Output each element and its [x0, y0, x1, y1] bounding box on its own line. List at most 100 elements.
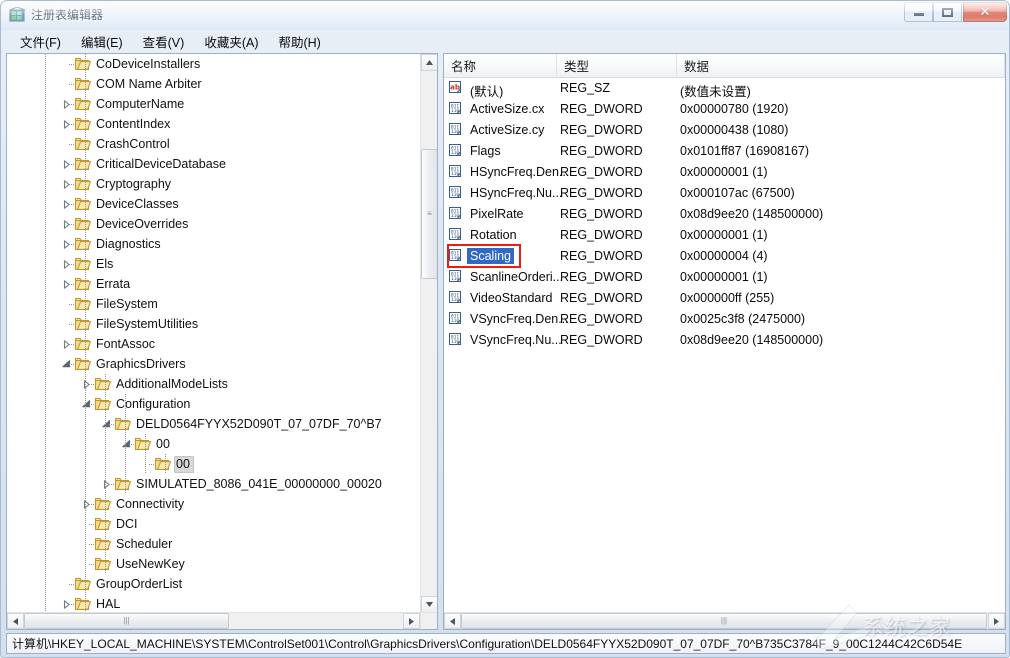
value-row[interactable]: ab(默认)REG_SZ(数值未设置) — [444, 78, 1005, 99]
value-name: VSyncFreq.Den... — [467, 311, 572, 327]
tree-node[interactable]: ContentIndex — [7, 114, 421, 134]
value-type: REG_SZ — [560, 81, 610, 95]
tree-node[interactable]: HAL — [7, 594, 421, 613]
minimize-button[interactable] — [904, 2, 933, 22]
value-row[interactable]: 011110ScalingREG_DWORD0x00000004 (4) — [444, 246, 1005, 267]
tree-vertical-scrollbar[interactable]: ≡ — [420, 54, 437, 613]
tree-node[interactable]: FileSystem — [7, 294, 421, 314]
tree-node[interactable]: CoDeviceInstallers — [7, 54, 421, 74]
tree-scroll-thumb[interactable]: ≡ — [421, 149, 438, 279]
menu-view[interactable]: 查看(V) — [134, 30, 194, 53]
value-name: PixelRate — [467, 206, 527, 222]
svg-text:110: 110 — [451, 129, 460, 135]
tree-node[interactable]: Els — [7, 254, 421, 274]
registry-tree-pane[interactable]: CoDeviceInstallersCOM Name Arbiter Comput… — [6, 53, 438, 630]
value-row[interactable]: 011110PixelRateREG_DWORD0x08d9ee20 (1485… — [444, 204, 1005, 225]
tree-node[interactable]: CriticalDeviceDatabase — [7, 154, 421, 174]
tree-hscroll-thumb[interactable]: ||| — [24, 613, 229, 629]
dword-value-icon: 011110 — [448, 143, 464, 159]
value-row[interactable]: 011110VSyncFreq.Nu...REG_DWORD0x08d9ee20… — [444, 330, 1005, 351]
tree-node[interactable]: ComputerName — [7, 94, 421, 114]
values-scroll-left-button[interactable] — [444, 613, 461, 629]
value-type: REG_DWORD — [560, 165, 643, 179]
column-name[interactable]: 名称 — [444, 54, 557, 77]
value-row[interactable]: 011110FlagsREG_DWORD0x0101ff87 (16908167… — [444, 141, 1005, 162]
value-name: Scaling — [467, 248, 514, 264]
dword-value-icon: 011110 — [448, 185, 464, 201]
tree-node[interactable]: 00 — [7, 434, 421, 454]
registry-tree-viewport[interactable]: CoDeviceInstallersCOM Name Arbiter Comput… — [7, 54, 421, 613]
string-value-icon: ab — [448, 80, 464, 96]
tree-node[interactable]: GraphicsDrivers — [7, 354, 421, 374]
tree-node[interactable]: DELD0564FYYX52D090T_07_07DF_70^B7 — [7, 414, 421, 434]
value-type: REG_DWORD — [560, 228, 643, 242]
tree-scroll-up-button[interactable] — [421, 54, 438, 71]
values-scroll-right-button[interactable] — [988, 613, 1005, 629]
tree-node[interactable]: Scheduler — [7, 534, 421, 554]
value-data: 0x0025c3f8 (2475000) — [680, 312, 805, 326]
menu-edit[interactable]: 编辑(E) — [72, 30, 132, 53]
tree-node[interactable]: CrashControl — [7, 134, 421, 154]
maximize-button[interactable] — [933, 2, 962, 22]
svg-text:110: 110 — [451, 276, 460, 282]
tree-scroll-left-button[interactable] — [7, 613, 24, 629]
title-bar[interactable]: 注册表编辑器 ✕ — [1, 1, 1010, 30]
folder-icon — [95, 497, 111, 511]
close-button[interactable]: ✕ — [963, 2, 1007, 22]
tree-node[interactable]: Configuration — [7, 394, 421, 414]
value-row[interactable]: 011110HSyncFreq.Nu...REG_DWORD0x000107ac… — [444, 183, 1005, 204]
values-hscroll-thumb[interactable]: ||| — [461, 613, 987, 629]
tree-node[interactable]: SIMULATED_8086_041E_00000000_00020 — [7, 474, 421, 494]
value-row[interactable]: 011110ScanlineOrderi...REG_DWORD0x000000… — [444, 267, 1005, 288]
tree-horizontal-scrollbar[interactable]: ||| — [7, 612, 420, 629]
tree-node-label: Diagnostics — [94, 236, 165, 253]
tree-node[interactable]: DeviceOverrides — [7, 214, 421, 234]
column-type[interactable]: 类型 — [557, 54, 677, 77]
scroll-thumb-grip: ||| — [123, 617, 129, 625]
menu-favorites[interactable]: 收藏夹(A) — [195, 30, 267, 53]
tree-node-label: DELD0564FYYX52D090T_07_07DF_70^B7 — [134, 416, 386, 433]
tree-node[interactable]: Connectivity — [7, 494, 421, 514]
tree-node-label: UseNewKey — [114, 556, 189, 573]
tree-node[interactable]: AdditionalModeLists — [7, 374, 421, 394]
column-data[interactable]: 数据 — [677, 54, 1005, 77]
value-name: Rotation — [467, 227, 520, 243]
tree-scroll-right-button[interactable] — [403, 613, 420, 629]
value-row[interactable]: 011110RotationREG_DWORD0x00000001 (1) — [444, 225, 1005, 246]
tree-node-label: FileSystemUtilities — [94, 316, 202, 333]
tree-node[interactable]: UseNewKey — [7, 554, 421, 574]
folder-icon — [75, 317, 91, 331]
tree-node[interactable]: DeviceClasses — [7, 194, 421, 214]
tree-node[interactable]: 00 — [7, 454, 421, 474]
close-icon: ✕ — [964, 3, 1006, 21]
tree-node[interactable]: FileSystemUtilities — [7, 314, 421, 334]
tree-node[interactable]: Errata — [7, 274, 421, 294]
value-data: 0x0101ff87 (16908167) — [680, 144, 809, 158]
value-data: 0x000107ac (67500) — [680, 186, 795, 200]
value-row[interactable]: 011110ActiveSize.cyREG_DWORD0x00000438 (… — [444, 120, 1005, 141]
value-data: 0x00000001 (1) — [680, 270, 768, 284]
tree-guide-line — [165, 454, 166, 474]
registry-values-list[interactable]: ab(默认)REG_SZ(数值未设置)011110ActiveSize.cxRE… — [444, 78, 1005, 612]
menu-help[interactable]: 帮助(H) — [269, 30, 329, 53]
tree-scroll-down-button[interactable] — [421, 596, 438, 613]
tree-node[interactable]: DCI — [7, 514, 421, 534]
svg-text:110: 110 — [451, 318, 460, 324]
tree-node[interactable]: COM Name Arbiter — [7, 74, 421, 94]
tree-node[interactable]: Diagnostics — [7, 234, 421, 254]
tree-node[interactable]: Cryptography — [7, 174, 421, 194]
dword-value-icon: 011110 — [448, 122, 464, 138]
value-row[interactable]: 011110VideoStandardREG_DWORD0x000000ff (… — [444, 288, 1005, 309]
value-name: ActiveSize.cy — [467, 122, 547, 138]
value-row[interactable]: 011110VSyncFreq.Den...REG_DWORD0x0025c3f… — [444, 309, 1005, 330]
tree-node[interactable]: FontAssoc — [7, 334, 421, 354]
values-horizontal-scrollbar[interactable]: ||| — [444, 612, 1005, 629]
registry-values-pane[interactable]: 名称类型数据 ab(默认)REG_SZ(数值未设置)011110ActiveSi… — [443, 53, 1006, 630]
window-title: 注册表编辑器 — [31, 6, 103, 23]
tree-node[interactable]: GroupOrderList — [7, 574, 421, 594]
value-row[interactable]: 011110ActiveSize.cxREG_DWORD0x00000780 (… — [444, 99, 1005, 120]
value-row[interactable]: 011110HSyncFreq.Den...REG_DWORD0x0000000… — [444, 162, 1005, 183]
value-name: HSyncFreq.Nu... — [467, 185, 565, 201]
tree-node-label: ComputerName — [94, 96, 188, 113]
menu-file[interactable]: 文件(F) — [11, 30, 70, 53]
